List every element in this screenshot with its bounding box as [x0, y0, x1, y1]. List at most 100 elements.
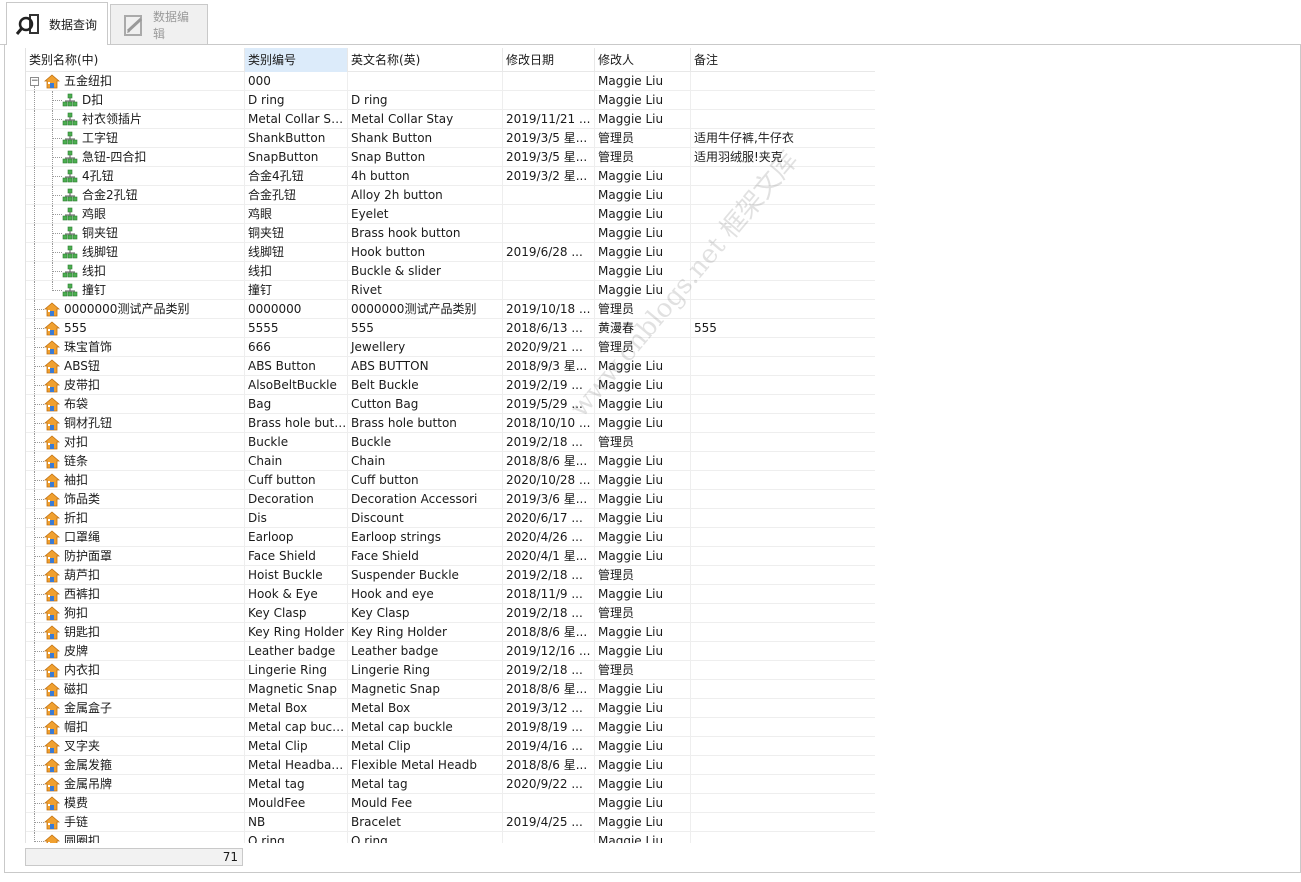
- category-name-cell[interactable]: 皮带扣: [26, 376, 245, 395]
- modified-date-cell[interactable]: [503, 224, 595, 243]
- category-code-cell[interactable]: 铜夹钮: [245, 224, 348, 243]
- english-name-cell[interactable]: Bracelet: [348, 813, 503, 832]
- note-cell[interactable]: [691, 813, 875, 832]
- english-name-cell[interactable]: Earloop strings: [348, 528, 503, 547]
- category-code-cell[interactable]: 鸡眼: [245, 205, 348, 224]
- tab-data-edit[interactable]: 数据编辑: [110, 4, 208, 44]
- category-code-cell[interactable]: Lingerie Ring: [245, 661, 348, 680]
- english-name-cell[interactable]: Metal cap buckle: [348, 718, 503, 737]
- modified-date-cell[interactable]: [503, 794, 595, 813]
- note-cell[interactable]: [691, 756, 875, 775]
- category-code-cell[interactable]: O ring: [245, 832, 348, 843]
- modified-date-cell[interactable]: 2019/5/29 ...: [503, 395, 595, 414]
- modified-date-cell[interactable]: 2018/6/13 ...: [503, 319, 595, 338]
- english-name-cell[interactable]: 0000000测试产品类别: [348, 300, 503, 319]
- category-name-cell[interactable]: 饰品类: [26, 490, 245, 509]
- table-row[interactable]: 磁扣 Magnetic Snap Magnetic Snap 2018/8/6 星..…: [26, 680, 875, 699]
- english-name-cell[interactable]: Eyelet: [348, 205, 503, 224]
- category-code-cell[interactable]: Leather badge: [245, 642, 348, 661]
- category-name-cell[interactable]: 对扣: [26, 433, 245, 452]
- modified-date-cell[interactable]: [503, 186, 595, 205]
- table-row[interactable]: 对扣 Buckle Buckle 2019/2/18 ... 管理员: [26, 433, 875, 452]
- table-row[interactable]: 饰品类 Decoration Decoration Accessori 2019/3/…: [26, 490, 875, 509]
- category-code-cell[interactable]: Hook & Eye: [245, 585, 348, 604]
- note-cell[interactable]: [691, 357, 875, 376]
- english-name-cell[interactable]: Face Shield: [348, 547, 503, 566]
- english-name-cell[interactable]: O ring: [348, 832, 503, 843]
- modified-by-cell[interactable]: Maggie Liu: [595, 110, 691, 129]
- modified-date-cell[interactable]: 2018/9/3 星...: [503, 357, 595, 376]
- category-name-cell[interactable]: 狗扣: [26, 604, 245, 623]
- table-row[interactable]: 帽扣 Metal cap buckle Metal cap buckle 2019/8…: [26, 718, 875, 737]
- note-cell[interactable]: [691, 737, 875, 756]
- tree-grid[interactable]: 类别名称(中) 类别编号 英文名称(英) 修改日期 修改人 备注 − 五金纽扣 000 Magg…: [25, 48, 875, 843]
- category-name-cell[interactable]: 防护面罩: [26, 547, 245, 566]
- category-code-cell[interactable]: Metal Box: [245, 699, 348, 718]
- category-code-cell[interactable]: Cuff button: [245, 471, 348, 490]
- category-code-cell[interactable]: Metal Headbands: [245, 756, 348, 775]
- category-code-cell[interactable]: Key Clasp: [245, 604, 348, 623]
- modified-by-cell[interactable]: Maggie Liu: [595, 186, 691, 205]
- category-name-cell[interactable]: 工字钮: [26, 129, 245, 148]
- category-name-cell[interactable]: 布袋: [26, 395, 245, 414]
- modified-date-cell[interactable]: 2020/6/17 ...: [503, 509, 595, 528]
- category-code-cell[interactable]: SnapButton: [245, 148, 348, 167]
- modified-date-cell[interactable]: 2019/6/28 ...: [503, 243, 595, 262]
- english-name-cell[interactable]: Flexible Metal Headb: [348, 756, 503, 775]
- modified-date-cell[interactable]: 2019/2/18 ...: [503, 604, 595, 623]
- table-row[interactable]: 急钮-四合扣 SnapButton Snap Button 2019/3/5 星...…: [26, 148, 875, 167]
- note-cell[interactable]: [691, 547, 875, 566]
- note-cell[interactable]: [691, 832, 875, 843]
- category-code-cell[interactable]: Dis: [245, 509, 348, 528]
- table-row[interactable]: 金属盒子 Metal Box Metal Box 2019/3/12 ... Maggi…: [26, 699, 875, 718]
- modified-date-cell[interactable]: 2020/9/22 ...: [503, 775, 595, 794]
- modified-date-cell[interactable]: 2018/11/9 ...: [503, 585, 595, 604]
- modified-date-cell[interactable]: 2019/3/5 星...: [503, 129, 595, 148]
- modified-by-cell[interactable]: Maggie Liu: [595, 262, 691, 281]
- category-name-cell[interactable]: 金属发箍: [26, 756, 245, 775]
- modified-date-cell[interactable]: 2020/9/21 ...: [503, 338, 595, 357]
- modified-date-cell[interactable]: 2019/8/19 ...: [503, 718, 595, 737]
- english-name-cell[interactable]: Metal tag: [348, 775, 503, 794]
- category-name-cell[interactable]: 鸡眼: [26, 205, 245, 224]
- english-name-cell[interactable]: Jewellery: [348, 338, 503, 357]
- modified-date-cell[interactable]: 2018/10/10 ...: [503, 414, 595, 433]
- category-name-cell[interactable]: 4孔钮: [26, 167, 245, 186]
- english-name-cell[interactable]: Alloy 2h button: [348, 186, 503, 205]
- tab-data-query[interactable]: 数据查询: [6, 2, 108, 45]
- note-cell[interactable]: [691, 338, 875, 357]
- modified-by-cell[interactable]: 黄漫春: [595, 319, 691, 338]
- note-cell[interactable]: [691, 699, 875, 718]
- note-cell[interactable]: [691, 433, 875, 452]
- category-code-cell[interactable]: 撞钉: [245, 281, 348, 300]
- note-cell[interactable]: [691, 718, 875, 737]
- category-name-cell[interactable]: 撞钉: [26, 281, 245, 300]
- category-name-cell[interactable]: 西裤扣: [26, 585, 245, 604]
- note-cell[interactable]: 适用牛仔裤,牛仔衣: [691, 129, 875, 148]
- english-name-cell[interactable]: Lingerie Ring: [348, 661, 503, 680]
- modified-by-cell[interactable]: Maggie Liu: [595, 167, 691, 186]
- category-code-cell[interactable]: ShankButton: [245, 129, 348, 148]
- modified-by-cell[interactable]: Maggie Liu: [595, 91, 691, 110]
- note-cell[interactable]: 555: [691, 319, 875, 338]
- table-row[interactable]: 铜夹钮 铜夹钮 Brass hook button Maggie Liu: [26, 224, 875, 243]
- modified-by-cell[interactable]: Maggie Liu: [595, 376, 691, 395]
- modified-by-cell[interactable]: Maggie Liu: [595, 243, 691, 262]
- modified-date-cell[interactable]: 2018/8/6 星...: [503, 623, 595, 642]
- modified-date-cell[interactable]: 2019/2/18 ...: [503, 566, 595, 585]
- modified-date-cell[interactable]: 2019/2/18 ...: [503, 661, 595, 680]
- category-name-cell[interactable]: 555: [26, 319, 245, 338]
- modified-by-cell[interactable]: Maggie Liu: [595, 794, 691, 813]
- category-code-cell[interactable]: 合金4孔钮: [245, 167, 348, 186]
- category-name-cell[interactable]: 线脚钮: [26, 243, 245, 262]
- modified-by-cell[interactable]: 管理员: [595, 300, 691, 319]
- table-row[interactable]: 手链 NB Bracelet 2019/4/25 ... Maggie Liu: [26, 813, 875, 832]
- table-row[interactable]: 工字钮 ShankButton Shank Button 2019/3/5 星... 管…: [26, 129, 875, 148]
- english-name-cell[interactable]: Hook button: [348, 243, 503, 262]
- modified-date-cell[interactable]: 2019/11/21 ...: [503, 110, 595, 129]
- modified-date-cell[interactable]: 2019/10/18 ...: [503, 300, 595, 319]
- english-name-header[interactable]: 英文名称(英): [348, 48, 503, 72]
- category-name-cell[interactable]: 铜材孔钮: [26, 414, 245, 433]
- english-name-cell[interactable]: Chain: [348, 452, 503, 471]
- category-code-cell[interactable]: Hoist Buckle: [245, 566, 348, 585]
